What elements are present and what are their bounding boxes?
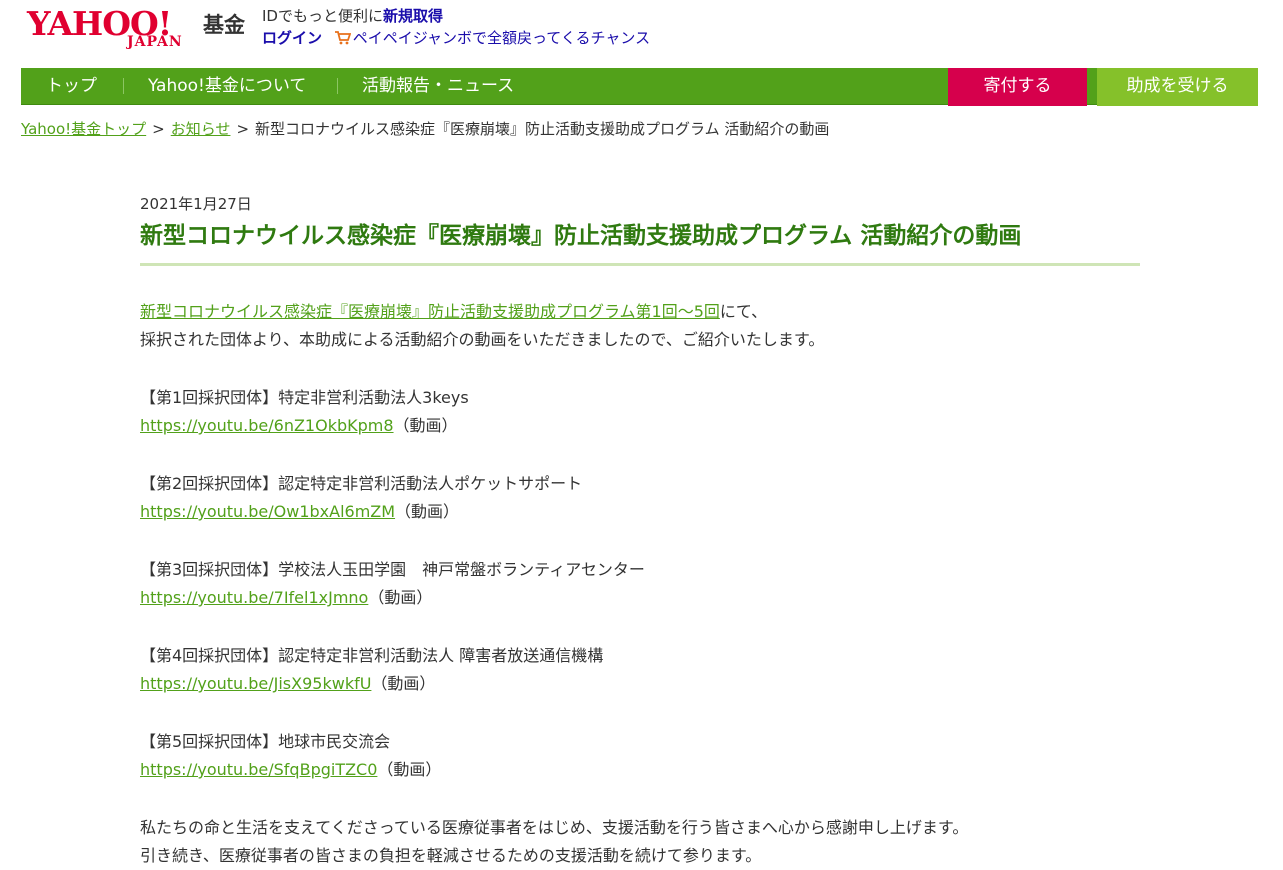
donate-button[interactable]: 寄付する (948, 68, 1087, 106)
intro-line-2: 採択された団体より、本助成による活動紹介の動画をいただきましたので、ご紹介いたし… (140, 330, 825, 349)
video-suffix: （動画） (393, 416, 458, 435)
grantee-group: 【第3回採択団体】学校法人玉田学園 神戸常盤ボランティアセンター https:/… (140, 556, 1140, 612)
video-suffix: （動画） (395, 502, 460, 521)
promo-prefix: IDでもっと便利に (262, 7, 383, 25)
article: 2021年1月27日 新型コロナウイルス感染症『医療崩壊』防止活動支援助成プログ… (140, 193, 1140, 870)
grantee-group: 【第1回採択団体】特定非営利活動法人3keys https://youtu.be… (140, 384, 1140, 440)
grantee-label: 【第1回採択団体】特定非営利活動法人3keys (140, 388, 469, 407)
breadcrumb-separator: > (236, 120, 250, 138)
video-link[interactable]: https://youtu.be/Ow1bxAl6mZM (140, 502, 395, 521)
closing-line-1: 私たちの命と生活を支えてくださっている医療従事者をはじめ、支援活動を行う皆さまへ… (140, 818, 969, 837)
article-title: 新型コロナウイルス感染症『医療崩壊』防止活動支援助成プログラム 活動紹介の動画 (140, 219, 1140, 266)
program-link[interactable]: 新型コロナウイルス感染症『医療崩壊』防止活動支援助成プログラム第1回～5回 (140, 302, 720, 321)
grantee-label: 【第3回採択団体】学校法人玉田学園 神戸常盤ボランティアセンター (140, 560, 645, 579)
video-link[interactable]: https://youtu.be/SfqBpgiTZC0 (140, 760, 377, 779)
header-promo: IDでもっと便利に新規取得 ログイン ペイペイジャンボで全額戻ってくるチャンス (262, 5, 650, 49)
intro-suffix: にて、 (719, 302, 768, 321)
video-link[interactable]: https://youtu.be/6nZ1OkbKpm8 (140, 416, 394, 435)
grantee-label: 【第4回採択団体】認定特定非営利活動法人 障害者放送通信機構 (140, 646, 604, 665)
closing-line-2: 引き続き、医療従事者の皆さまの負担を軽減させるための支援活動を続けて参ります。 (140, 846, 762, 865)
login-link[interactable]: ログイン (262, 29, 322, 47)
breadcrumb-current: 新型コロナウイルス感染症『医療崩壊』防止活動支援助成プログラム 活動紹介の動画 (255, 120, 830, 138)
breadcrumb-news-link[interactable]: お知らせ (171, 120, 231, 138)
nav-item-news[interactable]: 活動報告・ニュース (362, 68, 514, 104)
signup-link[interactable]: 新規取得 (383, 7, 443, 25)
grantee-label: 【第5回採択団体】地球市民交流会 (140, 732, 391, 751)
video-suffix: （動画） (377, 760, 442, 779)
breadcrumb-home-link[interactable]: Yahoo!基金トップ (21, 120, 146, 138)
paypay-jumbo-link[interactable]: ペイペイジャンボで全額戻ってくるチャンス (353, 29, 650, 47)
video-suffix: （動画） (368, 588, 433, 607)
grantee-group: 【第2回採択団体】認定特定非営利活動法人ポケットサポート https://you… (140, 470, 1140, 526)
intro-line-1: 新型コロナウイルス感染症『医療崩壊』防止活動支援助成プログラム第1回～5回にて、 (140, 298, 1140, 326)
shopping-cart-icon (334, 31, 351, 45)
video-link[interactable]: https://youtu.be/7Ifel1xJmno (140, 588, 368, 607)
video-suffix: （動画） (371, 674, 436, 693)
logo-japan-text: JAPAN (127, 34, 183, 50)
breadcrumb: Yahoo!基金トップ > お知らせ > 新型コロナウイルス感染症『医療崩壊』防止活動支… (21, 119, 829, 139)
video-link[interactable]: https://youtu.be/JisX95kwkfU (140, 674, 371, 693)
nav-divider (123, 78, 124, 94)
breadcrumb-separator: > (152, 120, 165, 138)
nav-divider (337, 78, 338, 94)
closing-message: 私たちの命と生活を支えてくださっている医療従事者をはじめ、支援活動を行う皆さまへ… (140, 814, 1140, 870)
global-nav: トップ Yahoo!基金について 活動報告・ニュース 寄付する 助成を受ける (21, 68, 1258, 106)
nav-item-top[interactable]: トップ (46, 68, 97, 104)
logo-kikin-text: 基金 (203, 13, 245, 37)
yahoo-kikin-logo[interactable]: YAHOO! JAPAN 基金 (27, 6, 252, 52)
grantee-group: 【第5回採択団体】地球市民交流会 https://youtu.be/SfqBpg… (140, 728, 1140, 784)
nav-item-about[interactable]: Yahoo!基金について (148, 68, 306, 104)
article-date: 2021年1月27日 (140, 195, 252, 213)
grantee-label: 【第2回採択団体】認定特定非営利活動法人ポケットサポート (140, 474, 583, 493)
grant-button[interactable]: 助成を受ける (1097, 68, 1258, 106)
grantee-group: 【第4回採択団体】認定特定非営利活動法人 障害者放送通信機構 https://y… (140, 642, 1140, 698)
